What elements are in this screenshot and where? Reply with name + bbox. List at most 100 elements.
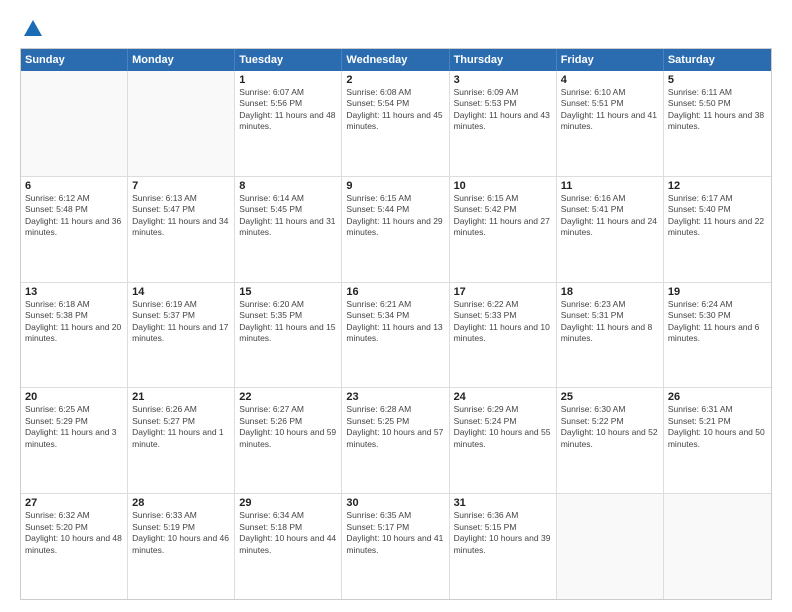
- day-info: Sunrise: 6:26 AM Sunset: 5:27 PM Dayligh…: [132, 404, 230, 450]
- day-cell-7: 7Sunrise: 6:13 AM Sunset: 5:47 PM Daylig…: [128, 177, 235, 282]
- day-info: Sunrise: 6:35 AM Sunset: 5:17 PM Dayligh…: [346, 510, 444, 556]
- day-info: Sunrise: 6:21 AM Sunset: 5:34 PM Dayligh…: [346, 299, 444, 345]
- day-info: Sunrise: 6:13 AM Sunset: 5:47 PM Dayligh…: [132, 193, 230, 239]
- day-info: Sunrise: 6:17 AM Sunset: 5:40 PM Dayligh…: [668, 193, 767, 239]
- day-number: 14: [132, 286, 230, 298]
- day-cell-14: 14Sunrise: 6:19 AM Sunset: 5:37 PM Dayli…: [128, 283, 235, 388]
- day-cell-29: 29Sunrise: 6:34 AM Sunset: 5:18 PM Dayli…: [235, 494, 342, 599]
- day-cell-28: 28Sunrise: 6:33 AM Sunset: 5:19 PM Dayli…: [128, 494, 235, 599]
- day-info: Sunrise: 6:24 AM Sunset: 5:30 PM Dayligh…: [668, 299, 767, 345]
- day-cell-26: 26Sunrise: 6:31 AM Sunset: 5:21 PM Dayli…: [664, 388, 771, 493]
- day-cell-31: 31Sunrise: 6:36 AM Sunset: 5:15 PM Dayli…: [450, 494, 557, 599]
- day-cell-6: 6Sunrise: 6:12 AM Sunset: 5:48 PM Daylig…: [21, 177, 128, 282]
- day-cell-15: 15Sunrise: 6:20 AM Sunset: 5:35 PM Dayli…: [235, 283, 342, 388]
- day-number: 18: [561, 286, 659, 298]
- day-cell-13: 13Sunrise: 6:18 AM Sunset: 5:38 PM Dayli…: [21, 283, 128, 388]
- day-info: Sunrise: 6:12 AM Sunset: 5:48 PM Dayligh…: [25, 193, 123, 239]
- day-number: 22: [239, 391, 337, 403]
- day-info: Sunrise: 6:10 AM Sunset: 5:51 PM Dayligh…: [561, 87, 659, 133]
- day-cell-10: 10Sunrise: 6:15 AM Sunset: 5:42 PM Dayli…: [450, 177, 557, 282]
- logo-icon: [22, 18, 44, 40]
- day-number: 4: [561, 74, 659, 86]
- day-number: 12: [668, 180, 767, 192]
- day-number: 21: [132, 391, 230, 403]
- day-info: Sunrise: 6:25 AM Sunset: 5:29 PM Dayligh…: [25, 404, 123, 450]
- day-info: Sunrise: 6:27 AM Sunset: 5:26 PM Dayligh…: [239, 404, 337, 450]
- day-info: Sunrise: 6:19 AM Sunset: 5:37 PM Dayligh…: [132, 299, 230, 345]
- day-cell-25: 25Sunrise: 6:30 AM Sunset: 5:22 PM Dayli…: [557, 388, 664, 493]
- day-number: 19: [668, 286, 767, 298]
- day-number: 31: [454, 497, 552, 509]
- day-cell-3: 3Sunrise: 6:09 AM Sunset: 5:53 PM Daylig…: [450, 71, 557, 176]
- day-cell-8: 8Sunrise: 6:14 AM Sunset: 5:45 PM Daylig…: [235, 177, 342, 282]
- day-info: Sunrise: 6:28 AM Sunset: 5:25 PM Dayligh…: [346, 404, 444, 450]
- day-number: 30: [346, 497, 444, 509]
- calendar-row-4: 20Sunrise: 6:25 AM Sunset: 5:29 PM Dayli…: [21, 387, 771, 493]
- empty-cell-0-0: [21, 71, 128, 176]
- day-number: 26: [668, 391, 767, 403]
- day-number: 1: [239, 74, 337, 86]
- logo: [20, 18, 44, 40]
- day-number: 29: [239, 497, 337, 509]
- day-number: 13: [25, 286, 123, 298]
- day-cell-23: 23Sunrise: 6:28 AM Sunset: 5:25 PM Dayli…: [342, 388, 449, 493]
- calendar-row-2: 6Sunrise: 6:12 AM Sunset: 5:48 PM Daylig…: [21, 176, 771, 282]
- weekday-header-monday: Monday: [128, 49, 235, 71]
- weekday-header-saturday: Saturday: [664, 49, 771, 71]
- day-number: 20: [25, 391, 123, 403]
- day-info: Sunrise: 6:29 AM Sunset: 5:24 PM Dayligh…: [454, 404, 552, 450]
- day-cell-27: 27Sunrise: 6:32 AM Sunset: 5:20 PM Dayli…: [21, 494, 128, 599]
- day-cell-19: 19Sunrise: 6:24 AM Sunset: 5:30 PM Dayli…: [664, 283, 771, 388]
- day-info: Sunrise: 6:15 AM Sunset: 5:44 PM Dayligh…: [346, 193, 444, 239]
- day-cell-16: 16Sunrise: 6:21 AM Sunset: 5:34 PM Dayli…: [342, 283, 449, 388]
- day-number: 15: [239, 286, 337, 298]
- day-number: 17: [454, 286, 552, 298]
- day-number: 8: [239, 180, 337, 192]
- day-info: Sunrise: 6:15 AM Sunset: 5:42 PM Dayligh…: [454, 193, 552, 239]
- day-number: 5: [668, 74, 767, 86]
- day-info: Sunrise: 6:31 AM Sunset: 5:21 PM Dayligh…: [668, 404, 767, 450]
- day-cell-22: 22Sunrise: 6:27 AM Sunset: 5:26 PM Dayli…: [235, 388, 342, 493]
- day-cell-2: 2Sunrise: 6:08 AM Sunset: 5:54 PM Daylig…: [342, 71, 449, 176]
- calendar-row-5: 27Sunrise: 6:32 AM Sunset: 5:20 PM Dayli…: [21, 493, 771, 599]
- logo-area: [20, 18, 44, 38]
- weekday-header-friday: Friday: [557, 49, 664, 71]
- calendar: SundayMondayTuesdayWednesdayThursdayFrid…: [20, 48, 772, 600]
- day-info: Sunrise: 6:18 AM Sunset: 5:38 PM Dayligh…: [25, 299, 123, 345]
- empty-cell-0-1: [128, 71, 235, 176]
- day-info: Sunrise: 6:32 AM Sunset: 5:20 PM Dayligh…: [25, 510, 123, 556]
- weekday-header-tuesday: Tuesday: [235, 49, 342, 71]
- day-number: 6: [25, 180, 123, 192]
- day-info: Sunrise: 6:20 AM Sunset: 5:35 PM Dayligh…: [239, 299, 337, 345]
- day-info: Sunrise: 6:33 AM Sunset: 5:19 PM Dayligh…: [132, 510, 230, 556]
- day-info: Sunrise: 6:34 AM Sunset: 5:18 PM Dayligh…: [239, 510, 337, 556]
- day-cell-24: 24Sunrise: 6:29 AM Sunset: 5:24 PM Dayli…: [450, 388, 557, 493]
- day-info: Sunrise: 6:14 AM Sunset: 5:45 PM Dayligh…: [239, 193, 337, 239]
- calendar-body: 1Sunrise: 6:07 AM Sunset: 5:56 PM Daylig…: [21, 71, 771, 599]
- day-info: Sunrise: 6:22 AM Sunset: 5:33 PM Dayligh…: [454, 299, 552, 345]
- day-cell-20: 20Sunrise: 6:25 AM Sunset: 5:29 PM Dayli…: [21, 388, 128, 493]
- day-info: Sunrise: 6:36 AM Sunset: 5:15 PM Dayligh…: [454, 510, 552, 556]
- day-cell-9: 9Sunrise: 6:15 AM Sunset: 5:44 PM Daylig…: [342, 177, 449, 282]
- day-info: Sunrise: 6:09 AM Sunset: 5:53 PM Dayligh…: [454, 87, 552, 133]
- calendar-header: SundayMondayTuesdayWednesdayThursdayFrid…: [21, 49, 771, 71]
- weekday-header-sunday: Sunday: [21, 49, 128, 71]
- day-info: Sunrise: 6:16 AM Sunset: 5:41 PM Dayligh…: [561, 193, 659, 239]
- day-number: 11: [561, 180, 659, 192]
- day-info: Sunrise: 6:07 AM Sunset: 5:56 PM Dayligh…: [239, 87, 337, 133]
- day-number: 27: [25, 497, 123, 509]
- day-cell-1: 1Sunrise: 6:07 AM Sunset: 5:56 PM Daylig…: [235, 71, 342, 176]
- header: [20, 18, 772, 38]
- calendar-row-3: 13Sunrise: 6:18 AM Sunset: 5:38 PM Dayli…: [21, 282, 771, 388]
- day-cell-17: 17Sunrise: 6:22 AM Sunset: 5:33 PM Dayli…: [450, 283, 557, 388]
- day-cell-30: 30Sunrise: 6:35 AM Sunset: 5:17 PM Dayli…: [342, 494, 449, 599]
- weekday-header-thursday: Thursday: [450, 49, 557, 71]
- day-cell-18: 18Sunrise: 6:23 AM Sunset: 5:31 PM Dayli…: [557, 283, 664, 388]
- weekday-header-wednesday: Wednesday: [342, 49, 449, 71]
- day-cell-12: 12Sunrise: 6:17 AM Sunset: 5:40 PM Dayli…: [664, 177, 771, 282]
- day-number: 9: [346, 180, 444, 192]
- day-number: 23: [346, 391, 444, 403]
- day-number: 28: [132, 497, 230, 509]
- empty-cell-4-6: [664, 494, 771, 599]
- calendar-row-1: 1Sunrise: 6:07 AM Sunset: 5:56 PM Daylig…: [21, 71, 771, 176]
